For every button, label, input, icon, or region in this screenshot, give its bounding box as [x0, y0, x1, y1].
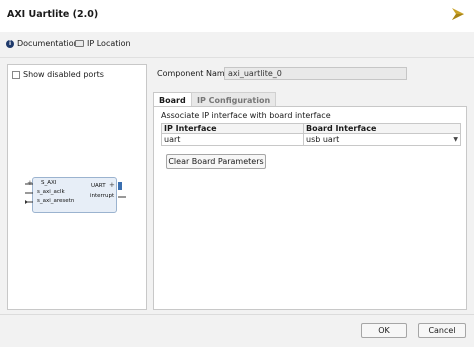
port-uart: UART: [91, 183, 106, 189]
symbol-pane: Show disabled ports + S_AXI s_axi_aclk s…: [7, 64, 147, 310]
tab-area: Board IP Configuration Associate IP inte…: [153, 92, 467, 310]
component-name-label: Component Name: [157, 69, 230, 78]
port-s-axi: S_AXI: [41, 180, 57, 186]
board-interface-table: IP Interface Board Interface uart usb ua…: [161, 123, 461, 146]
table-header-row: IP Interface Board Interface: [161, 123, 461, 134]
checkbox-box[interactable]: [12, 70, 20, 79]
folder-icon: [75, 40, 84, 47]
uart-expand-plus-icon[interactable]: +: [109, 182, 115, 189]
board-tab-panel: Associate IP interface with board interf…: [153, 106, 467, 310]
show-disabled-ports-checkbox[interactable]: Show disabled ports: [12, 70, 104, 79]
ok-button[interactable]: OK: [361, 323, 407, 338]
vivado-logo-icon: [452, 8, 464, 20]
clear-board-parameters-button[interactable]: Clear Board Parameters: [166, 154, 266, 169]
show-disabled-ports-label: Show disabled ports: [23, 70, 104, 79]
ip-interface-cell: uart: [161, 133, 304, 146]
port-interrupt: interrupt: [90, 193, 115, 199]
tab-board[interactable]: Board: [153, 92, 192, 107]
footer-divider: [0, 314, 474, 315]
title-bar: AXI Uartlite (2.0): [0, 0, 474, 32]
ip-location-label: IP Location: [87, 39, 131, 48]
output-pin-lines-icon: [118, 182, 126, 198]
window-title: AXI Uartlite (2.0): [7, 9, 99, 20]
dialog-window: AXI Uartlite (2.0) i Documentation IP Lo…: [0, 0, 474, 347]
table-row[interactable]: uart usb uart ▼: [161, 133, 461, 146]
board-interface-select[interactable]: usb uart ▼: [303, 133, 461, 146]
documentation-label: Documentation: [17, 39, 79, 48]
port-s-axi-aclk: s_axi_aclk: [37, 189, 65, 195]
input-pin-lines-icon: [25, 183, 33, 204]
ip-symbol-block: + S_AXI s_axi_aclk s_axi_aresetn UART + …: [25, 177, 126, 213]
board-interface-value: usb uart: [306, 135, 340, 144]
toolbar: i Documentation IP Location: [0, 32, 474, 58]
chevron-down-icon[interactable]: ▼: [453, 136, 458, 143]
column-header-ip-interface: IP Interface: [161, 123, 304, 134]
config-pane: Component Name axi_uartlite_0 Board IP C…: [151, 64, 467, 310]
port-s-axi-aresetn: s_axi_aresetn: [37, 198, 75, 204]
documentation-link[interactable]: i Documentation: [6, 39, 79, 48]
associate-text: Associate IP interface with board interf…: [161, 111, 331, 120]
column-header-board-interface: Board Interface: [303, 123, 461, 134]
tab-ip-configuration[interactable]: IP Configuration: [191, 92, 277, 107]
cancel-button[interactable]: Cancel: [418, 323, 466, 338]
tab-strip: Board IP Configuration: [153, 92, 467, 107]
info-icon: i: [6, 39, 14, 48]
ip-location-link[interactable]: IP Location: [75, 39, 131, 48]
component-name-field[interactable]: axi_uartlite_0: [224, 67, 407, 80]
